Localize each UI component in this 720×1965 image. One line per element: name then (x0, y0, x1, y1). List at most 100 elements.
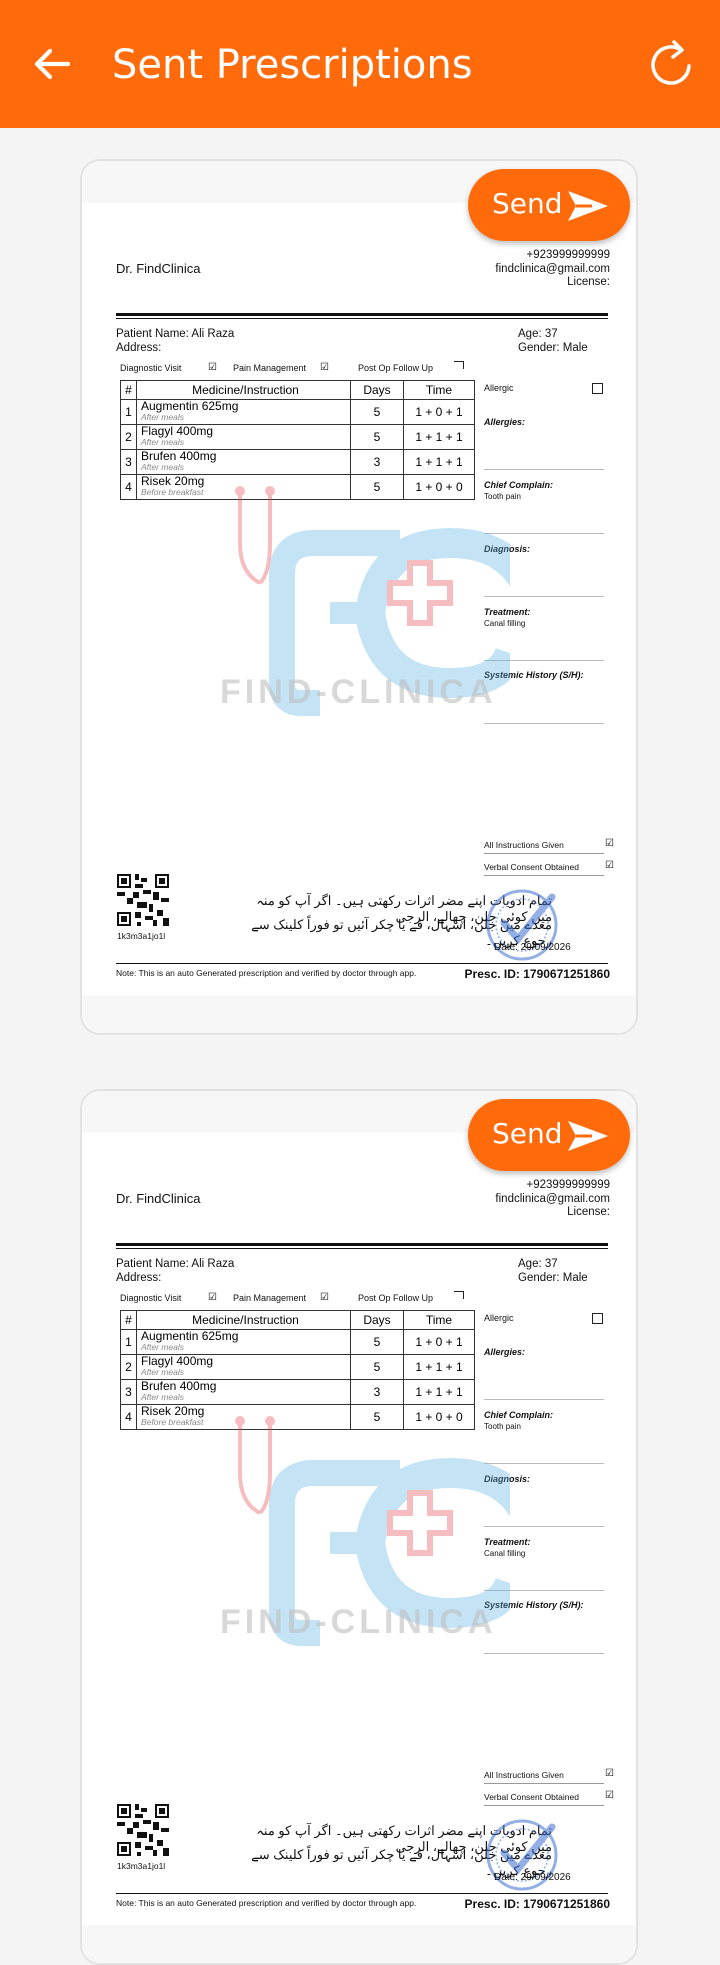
prescription-card: Send Dr. FindClinica +923999999999 findc… (80, 1089, 638, 1965)
medicine-note: After meals (141, 1367, 184, 1377)
verbal-consent-checked-icon: ☑ (605, 860, 614, 871)
patient-gender: Gender: Male (518, 342, 588, 354)
all-instructions-checked-icon: ☑ (605, 1768, 614, 1779)
table-header: Medicine/Instruction (136, 1310, 351, 1330)
qr-code (117, 874, 169, 926)
medicine-time: 1 + 0 + 1 (403, 399, 475, 425)
medicine-number: 2 (120, 424, 137, 450)
all-instructions-checked-icon: ☑ (605, 838, 614, 849)
visit-diagnostic-checked-icon: ☑ (208, 1292, 217, 1303)
table-header: Days (350, 1310, 404, 1330)
medicine-time: 1 + 1 + 1 (403, 1379, 475, 1405)
allergic-label: Allergic (484, 383, 514, 393)
table-header-row: # Medicine/Instruction Days Time (120, 380, 475, 400)
medicine-note: After meals (141, 462, 184, 472)
medicine-days: 3 (350, 1379, 404, 1405)
medicine-table: # Medicine/Instruction Days Time 1 Augme… (120, 380, 475, 500)
verbal-consent-checked-icon: ☑ (605, 1790, 614, 1801)
visit-postop-unchecked-icon (454, 1291, 464, 1299)
send-button[interactable]: Send (468, 169, 630, 241)
table-header: # (120, 1310, 137, 1330)
allergic-label: Allergic (484, 1313, 514, 1323)
table-row: 3 Brufen 400mg After meals 3 1 + 1 + 1 (120, 449, 475, 475)
medicine-cell: Augmentin 625mg After meals (136, 399, 351, 425)
watermark-text: FIND-CLINICA (220, 673, 497, 711)
visit-pain-label: Pain Management (233, 1293, 307, 1303)
table-header: Days (350, 380, 404, 400)
patient-name: Patient Name: Ali Raza (116, 328, 235, 340)
prescription-id: Presc. ID: 1790671251860 (464, 1897, 610, 1911)
medicine-note: After meals (141, 412, 184, 422)
visit-diagnostic-label: Diagnostic Visit (120, 363, 182, 373)
medicine-number: 4 (120, 474, 137, 500)
medicine-name: Augmentin 625mg (141, 399, 239, 413)
visit-postop-label: Post Op Follow Up (358, 1293, 434, 1303)
medicine-table: # Medicine/Instruction Days Time 1 Augme… (120, 1310, 475, 1430)
doctor-email: findclinica@gmail.com (495, 263, 610, 275)
visit-pain-checked-icon: ☑ (320, 1292, 329, 1303)
medicine-cell: Brufen 400mg After meals (136, 1379, 351, 1405)
visit-postop-label: Post Op Follow Up (358, 363, 434, 373)
medicine-number: 2 (120, 1354, 137, 1380)
allergic-checkbox (592, 383, 603, 394)
doctor-phone: +923999999999 (526, 1179, 610, 1191)
visit-postop-unchecked-icon (454, 361, 464, 369)
medicine-name: Brufen 400mg (141, 449, 217, 463)
medicine-name: Brufen 400mg (141, 1379, 217, 1393)
medicine-name: Flagyl 400mg (141, 1354, 214, 1368)
patient-age: Age: 37 (518, 1258, 558, 1270)
patient-age: Age: 37 (518, 328, 558, 340)
medicine-name: Flagyl 400mg (141, 424, 214, 438)
medicine-name: Augmentin 625mg (141, 1329, 239, 1343)
patient-address: Address: (116, 342, 162, 354)
verbal-consent-label: Verbal Consent Obtained (484, 1792, 579, 1802)
medicine-days: 3 (350, 449, 404, 475)
table-row: 2 Flagyl 400mg After meals 5 1 + 1 + 1 (120, 424, 475, 450)
prescription-sheet: Dr. FindClinica +923999999999 findclinic… (82, 203, 636, 995)
doctor-email: findclinica@gmail.com (495, 1193, 610, 1205)
doctor-phone: +923999999999 (526, 249, 610, 261)
send-button[interactable]: Send (468, 1099, 630, 1171)
visit-pain-label: Pain Management (233, 363, 307, 373)
medicine-number: 3 (120, 1379, 137, 1405)
qr-code-text: 1k3m3a1jo1l (117, 1861, 166, 1871)
arrow-left-icon[interactable] (28, 40, 76, 88)
patient-address: Address: (116, 1272, 162, 1284)
table-header: # (120, 380, 137, 400)
visit-diagnostic-label: Diagnostic Visit (120, 1293, 182, 1303)
medicine-note: After meals (141, 437, 184, 447)
send-icon (568, 1121, 608, 1151)
allergic-checkbox (592, 1313, 603, 1324)
medicine-note: After meals (141, 1392, 184, 1402)
send-button-label: Send (492, 1117, 563, 1150)
table-header-row: # Medicine/Instruction Days Time (120, 1310, 475, 1330)
app-bar: Sent Prescriptions (0, 0, 720, 128)
visit-diagnostic-checked-icon: ☑ (208, 362, 217, 373)
refresh-icon[interactable] (646, 38, 698, 90)
patient-name: Patient Name: Ali Raza (116, 1258, 235, 1270)
table-row: 1 Augmentin 625mg After meals 5 1 + 0 + 1 (120, 399, 475, 425)
all-instructions-label: All Instructions Given (484, 1770, 564, 1780)
medicine-time: 1 + 1 + 1 (403, 424, 475, 450)
medicine-number: 1 (120, 399, 137, 425)
watermark-text: FIND-CLINICA (220, 1603, 497, 1641)
medicine-days: 5 (350, 1329, 404, 1355)
medicine-cell: Augmentin 625mg After meals (136, 1329, 351, 1355)
medicine-time: 1 + 0 + 1 (403, 1329, 475, 1355)
doctor-license: License: (567, 276, 610, 288)
all-instructions-label: All Instructions Given (484, 840, 564, 850)
medicine-cell: Flagyl 400mg After meals (136, 1354, 351, 1380)
medicine-number: 1 (120, 1329, 137, 1355)
prescription-card: Send Dr. FindClinica +923999999999 findc… (80, 159, 638, 1035)
table-header: Time (403, 1310, 475, 1330)
medicine-note: After meals (141, 1342, 184, 1352)
medicine-number: 3 (120, 449, 137, 475)
medicine-time: 1 + 1 + 1 (403, 449, 475, 475)
table-header: Medicine/Instruction (136, 380, 351, 400)
allergies-label: Allergies: (484, 1347, 526, 1357)
allergies-label: Allergies: (484, 417, 526, 427)
table-row: 2 Flagyl 400mg After meals 5 1 + 1 + 1 (120, 1354, 475, 1380)
prescription-sheet: Dr. FindClinica +923999999999 findclinic… (82, 1133, 636, 1925)
auto-generated-note: Note: This is an auto Generated prescrip… (116, 1898, 417, 1908)
send-icon (568, 191, 608, 221)
